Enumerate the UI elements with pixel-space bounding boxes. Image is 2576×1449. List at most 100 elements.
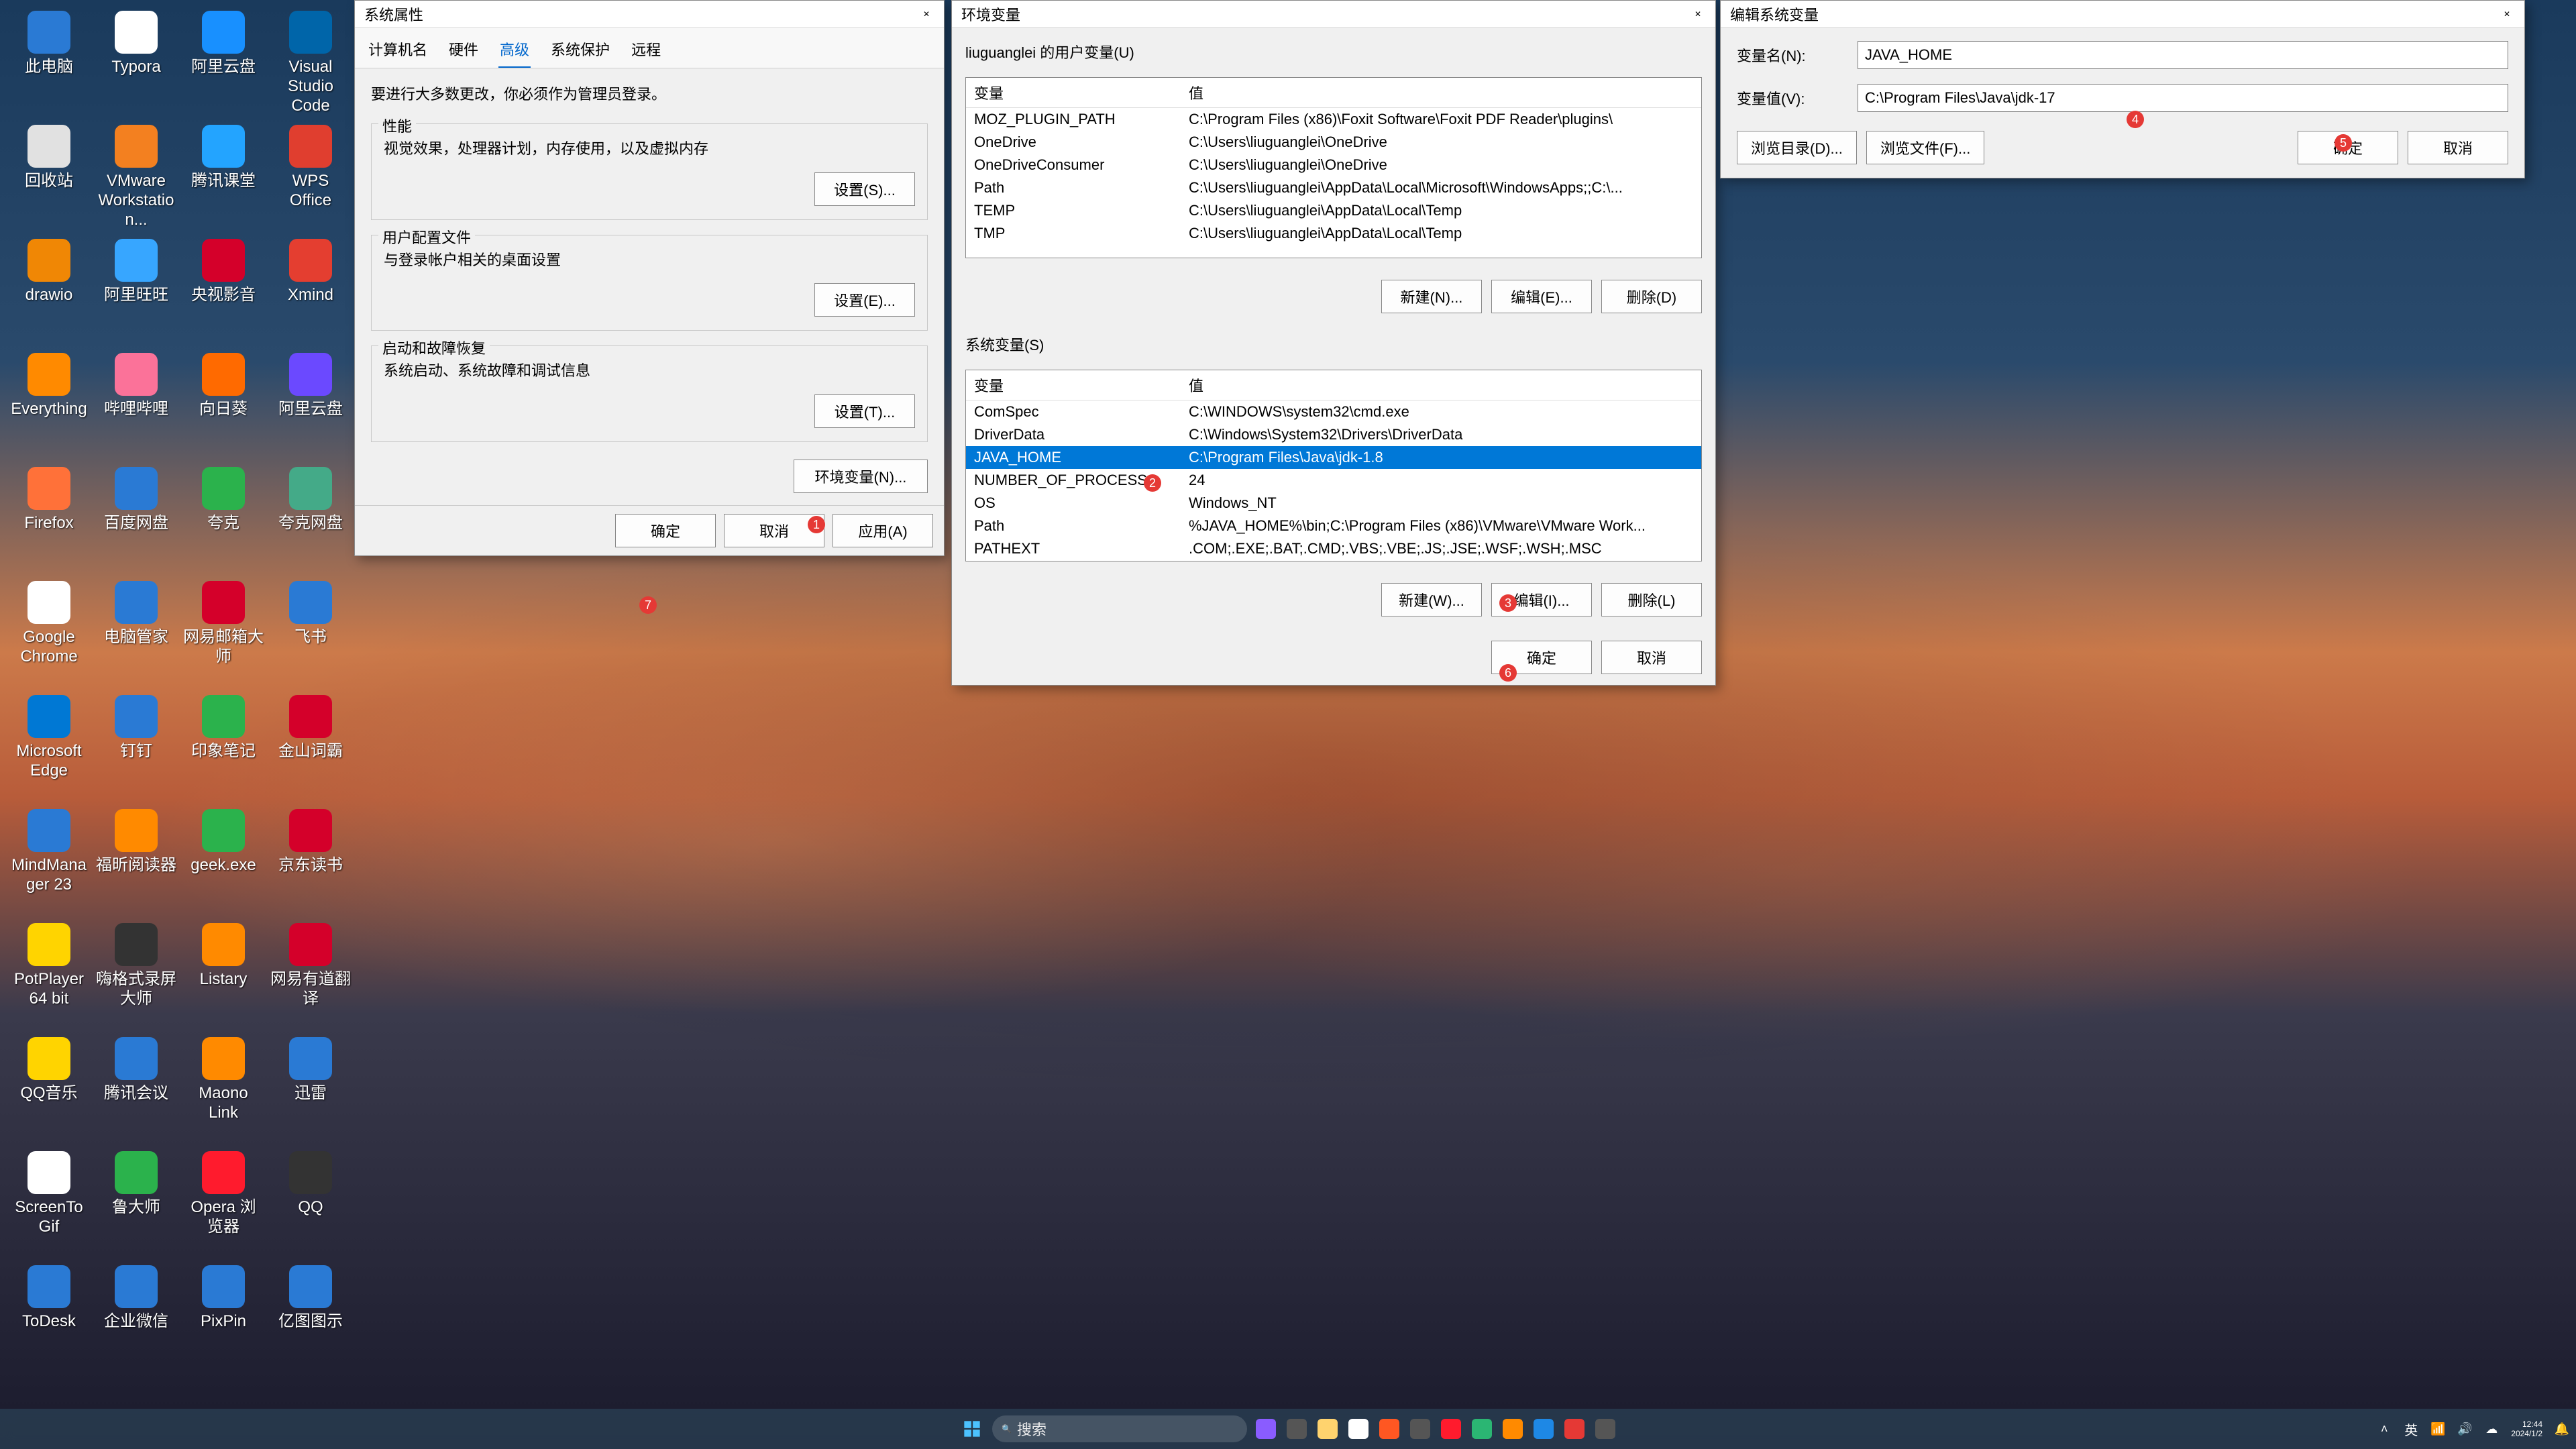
table-row[interactable]: Path%JAVA_HOME%\bin;C:\Program Files (x8…	[966, 515, 1701, 537]
desktop-icon[interactable]: 腾讯课堂	[180, 119, 267, 233]
desktop-icon[interactable]: 网易有道翻译	[267, 918, 354, 1032]
settings-button-performance[interactable]: 设置(S)...	[814, 172, 915, 206]
titlebar[interactable]: 系统属性 ✕	[355, 1, 944, 28]
taskbar-app[interactable]	[1530, 1415, 1557, 1442]
desktop-icon[interactable]: PotPlayer 64 bit	[5, 918, 93, 1032]
taskbar-app[interactable]	[1252, 1415, 1279, 1442]
desktop-icon[interactable]: 阿里云盘	[267, 347, 354, 462]
close-icon[interactable]: ✕	[1683, 4, 1713, 24]
edit-button-sys[interactable]: 编辑(I)...	[1491, 583, 1592, 616]
desktop-icon[interactable]: Microsoft Edge	[5, 690, 93, 804]
table-row[interactable]: ComSpecC:\WINDOWS\system32\cmd.exe	[966, 400, 1701, 423]
environment-variables-button[interactable]: 环境变量(N)...	[794, 460, 928, 493]
desktop-icon[interactable]: Typora	[93, 5, 180, 119]
volume-icon[interactable]: 🔊	[2457, 1421, 2472, 1436]
edit-button-user[interactable]: 编辑(E)...	[1491, 280, 1592, 313]
wifi-icon[interactable]: 📶	[2430, 1421, 2445, 1436]
tab-3[interactable]: 系统保护	[549, 33, 611, 68]
desktop-icon[interactable]: MindManager 23	[5, 804, 93, 918]
taskbar-app[interactable]	[1376, 1415, 1403, 1442]
table-row[interactable]: PathC:\Users\liuguanglei\AppData\Local\M…	[966, 176, 1701, 199]
start-button[interactable]	[957, 1414, 987, 1444]
taskbar-app[interactable]	[1345, 1415, 1372, 1442]
desktop-icon[interactable]: 夸克	[180, 462, 267, 576]
desktop-icon[interactable]: ToDesk	[5, 1260, 93, 1374]
desktop-icon[interactable]: 飞书	[267, 576, 354, 690]
browse-file-button[interactable]: 浏览文件(F)...	[1866, 131, 1984, 164]
table-row[interactable]: JAVA_HOMEC:\Program Files\Java\jdk-1.8	[966, 446, 1701, 469]
table-row[interactable]: TEMPC:\Users\liuguanglei\AppData\Local\T…	[966, 199, 1701, 222]
table-row[interactable]: OSWindows_NT	[966, 492, 1701, 515]
desktop-icon[interactable]: WPS Office	[267, 119, 354, 233]
ok-button[interactable]: 确定	[2298, 131, 2398, 164]
desktop-icon[interactable]: 印象笔记	[180, 690, 267, 804]
desktop-icon[interactable]: QQ	[267, 1146, 354, 1260]
desktop-icon[interactable]: 此电脑	[5, 5, 93, 119]
desktop-icon[interactable]: 嗨格式录屏大师	[93, 918, 180, 1032]
desktop-icon[interactable]: ScreenToGif	[5, 1146, 93, 1260]
sys-vars-table[interactable]: 变量值 ComSpecC:\WINDOWS\system32\cmd.exeDr…	[965, 370, 1702, 561]
taskbar-app[interactable]	[1438, 1415, 1464, 1442]
notifications-icon[interactable]: 🔔	[2555, 1421, 2569, 1436]
taskbar-clock[interactable]: 12:44 2024/1/2	[2511, 1419, 2542, 1439]
ok-button[interactable]: 确定	[1491, 641, 1592, 674]
table-row[interactable]: TMPC:\Users\liuguanglei\AppData\Local\Te…	[966, 222, 1701, 245]
desktop-icon[interactable]: Everything	[5, 347, 93, 462]
table-row[interactable]: MOZ_PLUGIN_PATHC:\Program Files (x86)\Fo…	[966, 108, 1701, 131]
ok-button[interactable]: 确定	[615, 514, 716, 547]
desktop-icon[interactable]: Opera 浏览器	[180, 1146, 267, 1260]
table-row[interactable]: OneDriveConsumerC:\Users\liuguanglei\One…	[966, 154, 1701, 176]
desktop-icon[interactable]: 企业微信	[93, 1260, 180, 1374]
desktop-icon[interactable]: 夸克网盘	[267, 462, 354, 576]
taskbar-app[interactable]	[1283, 1415, 1310, 1442]
apply-button[interactable]: 应用(A)	[833, 514, 933, 547]
browse-directory-button[interactable]: 浏览目录(D)...	[1737, 131, 1857, 164]
desktop-icon[interactable]: VMware Workstation...	[93, 119, 180, 233]
tab-4[interactable]: 远程	[630, 33, 662, 68]
desktop-icon[interactable]: 金山词霸	[267, 690, 354, 804]
desktop-icon[interactable]: Google Chrome	[5, 576, 93, 690]
taskbar-app[interactable]	[1499, 1415, 1526, 1442]
new-button-sys[interactable]: 新建(W)...	[1381, 583, 1482, 616]
table-row[interactable]: PATHEXT.COM;.EXE;.BAT;.CMD;.VBS;.VBE;.JS…	[966, 537, 1701, 560]
desktop-icon[interactable]: QQ音乐	[5, 1032, 93, 1146]
taskbar-app[interactable]	[1561, 1415, 1588, 1442]
tab-1[interactable]: 硬件	[447, 33, 480, 68]
desktop-icon[interactable]: 阿里云盘	[180, 5, 267, 119]
desktop-icon[interactable]: 钉钉	[93, 690, 180, 804]
tab-2[interactable]: 高级	[498, 33, 531, 68]
taskbar-app[interactable]	[1468, 1415, 1495, 1442]
titlebar[interactable]: 编辑系统变量 ✕	[1721, 1, 2524, 28]
desktop-icon[interactable]: Maono Link	[180, 1032, 267, 1146]
desktop-icon[interactable]: 电脑管家	[93, 576, 180, 690]
table-row[interactable]: OneDriveC:\Users\liuguanglei\OneDrive	[966, 131, 1701, 154]
desktop-icon[interactable]: 阿里旺旺	[93, 233, 180, 347]
new-button-user[interactable]: 新建(N)...	[1381, 280, 1482, 313]
delete-button-user[interactable]: 删除(D)	[1601, 280, 1702, 313]
desktop-icon[interactable]: Firefox	[5, 462, 93, 576]
delete-button-sys[interactable]: 删除(L)	[1601, 583, 1702, 616]
desktop-icon[interactable]: Visual Studio Code	[267, 5, 354, 119]
table-row[interactable]: PROCESSOR_ARCHITECTUREAMD64	[966, 560, 1701, 561]
table-row[interactable]: DriverDataC:\Windows\System32\Drivers\Dr…	[966, 423, 1701, 446]
taskbar-app[interactable]	[1407, 1415, 1434, 1442]
desktop-icon[interactable]: 网易邮箱大师	[180, 576, 267, 690]
desktop-icon[interactable]: 京东读书	[267, 804, 354, 918]
cancel-button[interactable]: 取消	[1601, 641, 1702, 674]
cancel-button[interactable]: 取消	[724, 514, 824, 547]
desktop-icon[interactable]: 回收站	[5, 119, 93, 233]
taskbar-app[interactable]	[1314, 1415, 1341, 1442]
desktop-icon[interactable]: 腾讯会议	[93, 1032, 180, 1146]
desktop-icon[interactable]: 福昕阅读器	[93, 804, 180, 918]
desktop-icon[interactable]: Xmind	[267, 233, 354, 347]
cloud-icon[interactable]: ☁	[2484, 1421, 2499, 1436]
taskbar-search[interactable]: 🔍 搜索	[992, 1415, 1247, 1442]
close-icon[interactable]: ✕	[912, 4, 941, 24]
desktop-icon[interactable]: drawio	[5, 233, 93, 347]
settings-button-startup[interactable]: 设置(T)...	[814, 394, 915, 428]
user-vars-table[interactable]: 变量值 MOZ_PLUGIN_PATHC:\Program Files (x86…	[965, 77, 1702, 258]
desktop-icon[interactable]: 百度网盘	[93, 462, 180, 576]
tab-0[interactable]: 计算机名	[367, 33, 429, 68]
desktop-icon[interactable]: 向日葵	[180, 347, 267, 462]
desktop-icon[interactable]: 迅雷	[267, 1032, 354, 1146]
